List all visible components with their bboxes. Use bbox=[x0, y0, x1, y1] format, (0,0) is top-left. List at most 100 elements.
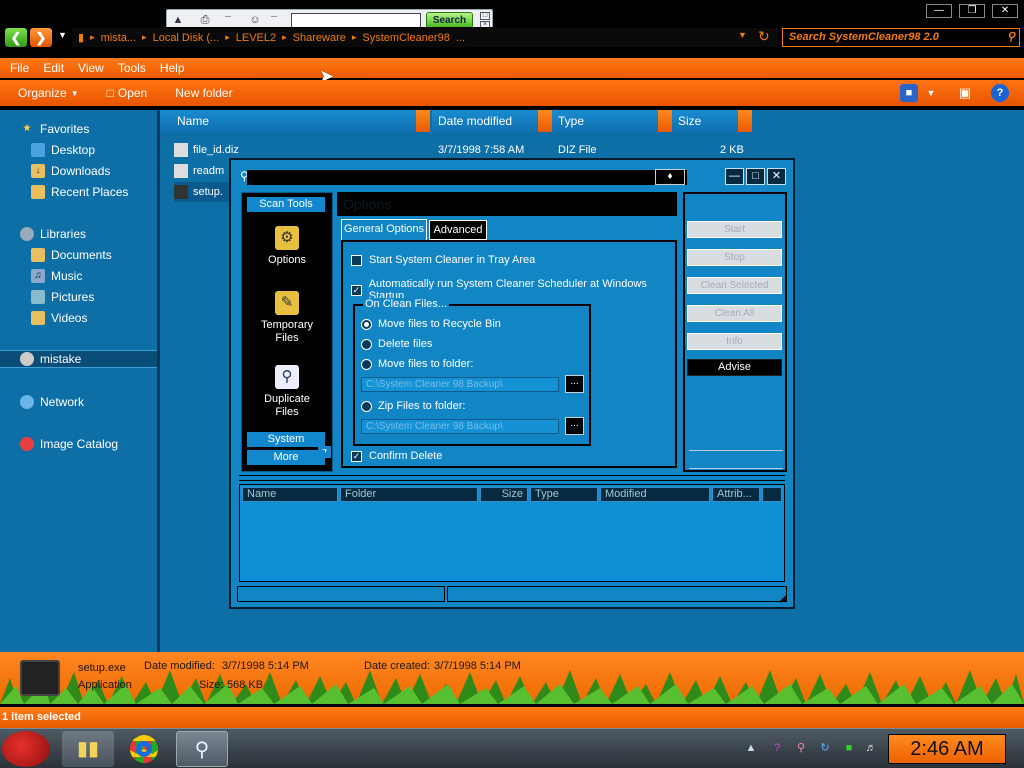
minimize-button[interactable]: — bbox=[926, 4, 952, 18]
open-button[interactable]: □ Open bbox=[107, 86, 148, 100]
nav-documents[interactable]: Documents bbox=[0, 246, 157, 264]
breadcrumb-item[interactable]: LEVEL2 bbox=[236, 32, 276, 44]
breadcrumb-item[interactable]: mista... bbox=[101, 32, 136, 44]
taskbar-chrome-icon[interactable] bbox=[118, 731, 170, 767]
nav-image-catalog[interactable]: Image Catalog bbox=[0, 435, 157, 453]
confirm-delete-checkbox[interactable]: ✓ Confirm Delete bbox=[351, 450, 442, 462]
radio-zip-to-folder[interactable]: Zip Files to folder: bbox=[361, 400, 465, 412]
zip-folder-browse-button[interactable]: ... bbox=[565, 417, 584, 435]
nav-recent-places[interactable]: Recent Places bbox=[0, 183, 157, 201]
column-divider[interactable] bbox=[658, 110, 672, 132]
search-field[interactable]: Search SystemCleaner98 2.0 ⚲ bbox=[782, 28, 1020, 47]
new-folder-button[interactable]: New folder bbox=[175, 86, 232, 100]
menu-view[interactable]: View bbox=[78, 61, 104, 75]
back-button[interactable]: ❮ bbox=[5, 28, 27, 47]
breadcrumb[interactable]: ▮ ▸ mista... ▸ Local Disk (... ▸ LEVEL2 … bbox=[72, 28, 778, 47]
refresh-icon[interactable]: ↻ bbox=[758, 28, 770, 45]
start-in-tray-checkbox[interactable]: Start System Cleaner in Tray Area bbox=[351, 254, 535, 266]
nav-network[interactable]: Network bbox=[0, 393, 157, 411]
resize-grip-icon[interactable]: ◢ bbox=[779, 593, 789, 603]
results-list[interactable]: Name Folder Size Type Modified Attrib... bbox=[239, 484, 785, 582]
results-column-extra[interactable] bbox=[762, 487, 782, 502]
tray-network-icon[interactable]: ▲ bbox=[744, 741, 758, 755]
nav-favorites[interactable]: ★ Favorites bbox=[0, 120, 157, 138]
info-button[interactable]: Info bbox=[687, 333, 782, 350]
clean-selected-button[interactable]: Clean Selected bbox=[687, 277, 782, 294]
preview-pane-icon[interactable]: ▣ bbox=[956, 84, 974, 102]
taskbar-clock[interactable]: 2:46 AM bbox=[888, 734, 1006, 764]
menu-edit[interactable]: Edit bbox=[43, 61, 64, 75]
tray-volume-icon[interactable]: ♬ bbox=[864, 741, 878, 755]
tab-general-options[interactable]: General Options bbox=[341, 219, 427, 241]
temporary-files-tool[interactable]: ✎ Temporary Files bbox=[242, 291, 332, 345]
dialog-maximize-button[interactable]: □ bbox=[746, 168, 765, 185]
radio-delete-files[interactable]: Delete files bbox=[361, 338, 432, 350]
nav-libraries[interactable]: Libraries bbox=[0, 225, 157, 243]
search-icon[interactable]: ⚲ bbox=[1007, 29, 1015, 46]
organize-button[interactable]: Organize ▼ bbox=[18, 86, 79, 100]
duplicate-files-tool[interactable]: ⚲ Duplicate Files bbox=[242, 365, 332, 419]
forward-button[interactable]: ❯ bbox=[30, 28, 52, 47]
start-button[interactable]: Start bbox=[687, 221, 782, 238]
start-button-angry-bird-icon[interactable] bbox=[2, 731, 50, 767]
maximize-button[interactable]: ❐ bbox=[959, 4, 985, 18]
roll-up-button[interactable]: ♦ bbox=[655, 169, 685, 185]
move-folder-browse-button[interactable]: ... bbox=[565, 375, 584, 393]
nav-desktop[interactable]: Desktop bbox=[0, 141, 157, 159]
view-dropdown-icon[interactable]: ▼ bbox=[922, 84, 940, 102]
radio-move-to-recycle-bin[interactable]: Move files to Recycle Bin bbox=[361, 318, 501, 330]
close-button[interactable]: ✕ bbox=[992, 4, 1018, 18]
radio-move-to-folder[interactable]: Move files to folder: bbox=[361, 358, 473, 370]
taskbar-system-cleaner-icon[interactable]: ⚲ bbox=[176, 731, 228, 767]
advise-button[interactable]: Advise bbox=[687, 359, 782, 376]
nav-mistake[interactable]: mistake bbox=[0, 350, 157, 368]
file-row[interactable]: setup. bbox=[174, 182, 236, 202]
file-row[interactable]: file_id.diz 3/7/1998 7:58 AM DIZ File 2 … bbox=[174, 140, 794, 160]
more-button[interactable]: More bbox=[247, 450, 325, 465]
tray-sync-icon[interactable]: ↻ bbox=[818, 741, 832, 755]
results-column-name[interactable]: Name bbox=[242, 487, 338, 502]
dialog-close-button[interactable]: ✕ bbox=[767, 168, 786, 185]
column-divider[interactable] bbox=[538, 110, 552, 132]
options-tool[interactable]: ⚙ Options bbox=[242, 226, 332, 267]
breadcrumb-item[interactable]: ... bbox=[456, 32, 465, 44]
results-column-folder[interactable]: Folder bbox=[340, 487, 478, 502]
taskbar-explorer-icon[interactable]: ▮▮ bbox=[62, 731, 114, 767]
view-options-icon[interactable]: ■ bbox=[900, 84, 918, 102]
zip-folder-path-field[interactable]: C:\System Cleaner 98 Backup\ bbox=[361, 419, 559, 434]
dialog-minimize-button[interactable]: — bbox=[725, 168, 744, 185]
nav-downloads[interactable]: ↓ Downloads bbox=[0, 162, 157, 180]
column-header-type[interactable]: Type bbox=[552, 110, 672, 132]
nav-videos[interactable]: Videos bbox=[0, 309, 157, 327]
expand-icon[interactable]: □ bbox=[480, 12, 490, 20]
results-splitter[interactable] bbox=[239, 475, 785, 481]
tab-advanced[interactable]: Advanced bbox=[429, 220, 487, 240]
results-column-size[interactable]: Size bbox=[480, 487, 528, 502]
breadcrumb-item[interactable]: Shareware bbox=[293, 32, 346, 44]
clean-all-button[interactable]: Clean All bbox=[687, 305, 782, 322]
column-divider[interactable] bbox=[416, 110, 430, 132]
nav-music[interactable]: ♫ Music bbox=[0, 267, 157, 285]
menu-file[interactable]: File bbox=[10, 61, 29, 75]
column-divider[interactable] bbox=[738, 110, 752, 132]
user-icon[interactable]: ☺ bbox=[247, 13, 263, 27]
results-column-attrib[interactable]: Attrib... bbox=[712, 487, 760, 502]
column-header-date[interactable]: Date modified bbox=[432, 110, 552, 132]
recent-pages-dropdown[interactable]: ▼ bbox=[58, 30, 67, 40]
stop-button[interactable]: Stop bbox=[687, 249, 782, 266]
help-icon[interactable]: ? bbox=[991, 84, 1009, 102]
tray-help-icon[interactable]: ? bbox=[770, 741, 784, 755]
menu-tools[interactable]: Tools bbox=[118, 61, 146, 75]
printer-icon[interactable]: ⎙ bbox=[197, 13, 213, 27]
breadcrumb-item[interactable]: SystemCleaner98 bbox=[362, 32, 449, 44]
nav-pictures[interactable]: Pictures bbox=[0, 288, 157, 306]
results-column-modified[interactable]: Modified bbox=[600, 487, 710, 502]
move-folder-path-field[interactable]: C:\System Cleaner 98 Backup\ bbox=[361, 377, 559, 392]
scan-tools-header[interactable]: Scan Tools bbox=[247, 197, 325, 212]
address-dropdown-icon[interactable]: ▼ bbox=[738, 30, 747, 40]
column-header-size[interactable]: Size bbox=[672, 110, 752, 132]
system-button[interactable]: System bbox=[247, 432, 325, 447]
tray-monitor-icon[interactable]: ■ bbox=[842, 741, 856, 755]
breadcrumb-item[interactable]: Local Disk (... bbox=[153, 32, 220, 44]
tray-search-icon[interactable]: ⚲ bbox=[794, 741, 808, 755]
